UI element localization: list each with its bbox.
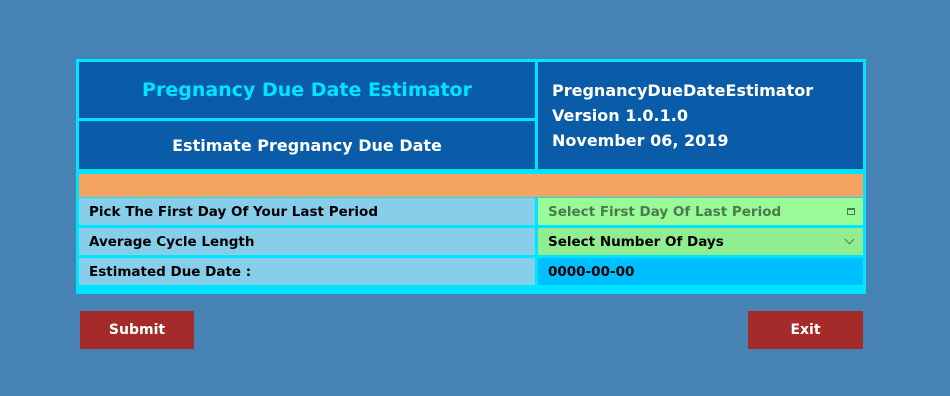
app-date: November 06, 2019: [552, 131, 729, 150]
cycle-label-text: Average Cycle Length: [89, 233, 255, 250]
due-date-label-text: Estimated Due Date :: [89, 263, 252, 280]
cycle-label: Average Cycle Length: [79, 228, 535, 255]
chevron-down-icon[interactable]: [844, 234, 855, 245]
submit-button[interactable]: Submit: [80, 311, 194, 349]
due-date-label: Estimated Due Date :: [79, 258, 535, 285]
calendar-icon[interactable]: [847, 208, 855, 215]
dropdown-selected-value: Select Number Of Days: [548, 233, 724, 250]
page-title: Pregnancy Due Date Estimator: [142, 79, 472, 101]
date-picker-placeholder: Select First Day Of Last Period: [548, 203, 782, 220]
exit-button[interactable]: Exit: [748, 311, 863, 349]
accent-bar: [79, 174, 863, 197]
estimator-panel: Pregnancy Due Date Estimator Estimate Pr…: [76, 59, 866, 294]
due-date-value: 0000-00-00: [548, 263, 635, 280]
submit-button-label: Submit: [108, 322, 166, 338]
app-name: PregnancyDueDateEstimator: [552, 81, 814, 100]
app-version: Version 1.0.1.0: [552, 106, 688, 125]
title-box: Pregnancy Due Date Estimator: [79, 62, 535, 118]
cycle-length-dropdown[interactable]: Select Number Of Days: [538, 228, 863, 255]
due-date-result: 0000-00-00: [538, 258, 863, 285]
period-label-text: Pick The First Day Of Your Last Period: [89, 203, 378, 220]
subtitle-box: Estimate Pregnancy Due Date: [79, 121, 535, 169]
exit-button-label: Exit: [790, 322, 821, 338]
app-info-box: PregnancyDueDateEstimator Version 1.0.1.…: [538, 62, 863, 169]
page-subtitle: Estimate Pregnancy Due Date: [172, 135, 442, 155]
last-period-date-picker[interactable]: Select First Day Of Last Period: [538, 198, 863, 225]
period-label: Pick The First Day Of Your Last Period: [79, 198, 535, 225]
